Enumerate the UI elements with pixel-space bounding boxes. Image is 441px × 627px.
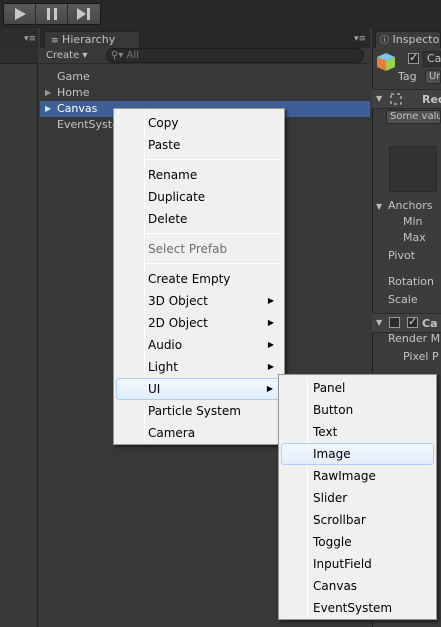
hierarchy-item-label: Game bbox=[57, 70, 90, 83]
submenu-item-toggle[interactable]: Toggle bbox=[281, 531, 434, 553]
menu-item-label: 3D Object bbox=[148, 294, 208, 308]
rotation-label: Rotation bbox=[388, 275, 435, 288]
menu-item-label: UI bbox=[148, 382, 161, 396]
expand-arrow-icon[interactable]: ▶ bbox=[45, 101, 51, 117]
tab-hierarchy[interactable]: ≡ Hierarchy bbox=[44, 31, 140, 48]
menu-item-audio[interactable]: Audio ▶ bbox=[116, 334, 282, 356]
tab-inspector[interactable]: ⓘ Inspector bbox=[375, 31, 441, 48]
fold-arrow-icon[interactable]: ▼ bbox=[376, 318, 382, 327]
menu-item-particle-system[interactable]: Particle System bbox=[116, 400, 282, 422]
search-placeholder: All bbox=[126, 50, 139, 61]
menu-separator bbox=[146, 233, 282, 234]
context-menu: Copy Paste Rename Duplicate Delete Selec… bbox=[113, 108, 285, 445]
object-name-value: Ca bbox=[427, 52, 441, 65]
fold-arrow-icon[interactable]: ▼ bbox=[376, 94, 382, 103]
submenu-arrow-icon: ▶ bbox=[267, 340, 274, 349]
submenu-arrow-icon: ▶ bbox=[266, 384, 273, 393]
inspector-tab-label: Inspector bbox=[392, 33, 441, 46]
menu-item-copy[interactable]: Copy bbox=[116, 112, 282, 134]
menu-item-label: 2D Object bbox=[148, 316, 208, 330]
tag-dropdown[interactable]: Un bbox=[425, 70, 441, 84]
menu-item-label: Audio bbox=[148, 338, 183, 352]
submenu-item-scrollbar[interactable]: Scrollbar bbox=[281, 509, 434, 531]
menu-item-ui[interactable]: UI ▶ bbox=[116, 378, 282, 400]
step-icon bbox=[77, 8, 90, 20]
hierarchy-item-game[interactable]: Game bbox=[40, 69, 370, 85]
play-icon bbox=[14, 8, 26, 20]
hierarchy-menu-icon[interactable]: ▾≡ bbox=[354, 34, 368, 44]
canvas-component-header[interactable]: ▼ Ca bbox=[372, 313, 441, 333]
pause-button[interactable] bbox=[36, 4, 68, 24]
hierarchy-item-home[interactable]: ▶ Home bbox=[40, 85, 370, 101]
menu-item-label: Light bbox=[148, 360, 178, 374]
menu-item-3d-object[interactable]: 3D Object ▶ bbox=[116, 290, 282, 312]
some-values-text: Some values bbox=[390, 111, 440, 122]
expand-arrow-icon[interactable]: ▶ bbox=[45, 85, 51, 101]
toolbar bbox=[0, 0, 441, 28]
anchors-label: Anchors bbox=[388, 199, 433, 212]
submenu-item-eventsystem[interactable]: EventSystem bbox=[281, 597, 434, 619]
panel-menu-icon[interactable]: ▾≡ bbox=[24, 34, 38, 44]
menu-item-light[interactable]: Light ▶ bbox=[116, 356, 282, 378]
playback-controls bbox=[3, 3, 101, 25]
menu-item-select-prefab: Select Prefab bbox=[148, 242, 228, 256]
step-button[interactable] bbox=[68, 4, 100, 24]
anchors-max-label: Max bbox=[403, 231, 426, 244]
submenu-item-text[interactable]: Text bbox=[281, 421, 434, 443]
menu-item-duplicate[interactable]: Duplicate bbox=[116, 186, 282, 208]
menu-separator bbox=[146, 159, 282, 160]
submenu-item-image[interactable]: Image bbox=[281, 443, 434, 465]
search-icon: ⚲▾ bbox=[111, 50, 124, 61]
pixel-perfect-label: Pixel P bbox=[403, 350, 439, 363]
tag-label: Tag bbox=[398, 70, 417, 83]
inspector-info-icon: ⓘ bbox=[380, 36, 390, 46]
submenu-item-slider[interactable]: Slider bbox=[281, 487, 434, 509]
canvas-component-title: Ca bbox=[422, 317, 438, 330]
scale-label: Scale bbox=[388, 293, 418, 306]
hierarchy-item-label: Canvas bbox=[57, 102, 98, 115]
hierarchy-search-input[interactable]: ⚲▾ All bbox=[106, 48, 364, 63]
object-name-field[interactable]: Ca bbox=[423, 51, 441, 67]
canvas-enabled-checkbox[interactable] bbox=[407, 315, 418, 328]
pivot-label: Pivot bbox=[388, 249, 416, 262]
anchors-fold-icon[interactable]: ▼ bbox=[376, 202, 382, 211]
ui-submenu: Panel Button Text Image RawImage Slider … bbox=[278, 374, 437, 620]
submenu-arrow-icon: ▶ bbox=[267, 318, 274, 327]
active-checkbox[interactable] bbox=[408, 51, 419, 64]
submenu-arrow-icon: ▶ bbox=[267, 362, 274, 371]
submenu-item-panel[interactable]: Panel bbox=[281, 377, 434, 399]
anchors-min-label: Min bbox=[403, 215, 423, 228]
menu-item-paste[interactable]: Paste bbox=[116, 134, 282, 156]
menu-item-2d-object[interactable]: 2D Object ▶ bbox=[116, 312, 282, 334]
pause-icon bbox=[46, 8, 57, 20]
menu-separator bbox=[146, 263, 282, 264]
recttransform-icon bbox=[390, 93, 402, 105]
render-mode-label: Render M bbox=[388, 332, 441, 345]
submenu-item-inputfield[interactable]: InputField bbox=[281, 553, 434, 575]
menu-item-create-empty[interactable]: Create Empty bbox=[116, 268, 282, 290]
canvas-icon-box bbox=[389, 317, 400, 328]
submenu-item-rawimage[interactable]: RawImage bbox=[281, 465, 434, 487]
hierarchy-list-icon: ≡ bbox=[51, 36, 59, 46]
scene-toolbar bbox=[0, 48, 38, 64]
submenu-item-button[interactable]: Button bbox=[281, 399, 434, 421]
scene-panel bbox=[0, 28, 38, 627]
play-button[interactable] bbox=[4, 4, 36, 24]
recttransform-header[interactable]: ▼ Rec bbox=[372, 89, 441, 109]
some-values-notice: Some values bbox=[386, 110, 441, 124]
recttransform-title: Rec bbox=[422, 93, 441, 106]
menu-item-delete[interactable]: Delete bbox=[116, 208, 282, 230]
tag-value: Un bbox=[429, 71, 440, 82]
hierarchy-tab-label: Hierarchy bbox=[62, 33, 116, 46]
menu-item-camera[interactable]: Camera bbox=[116, 422, 282, 444]
hierarchy-item-label: Home bbox=[57, 86, 90, 99]
menu-item-rename[interactable]: Rename bbox=[116, 164, 282, 186]
submenu-item-canvas[interactable]: Canvas bbox=[281, 575, 434, 597]
create-dropdown[interactable]: Create ▾ bbox=[46, 49, 87, 63]
submenu-arrow-icon: ▶ bbox=[267, 296, 274, 305]
anchor-presets-box[interactable] bbox=[389, 146, 437, 192]
gameobject-cube-icon bbox=[377, 53, 395, 71]
